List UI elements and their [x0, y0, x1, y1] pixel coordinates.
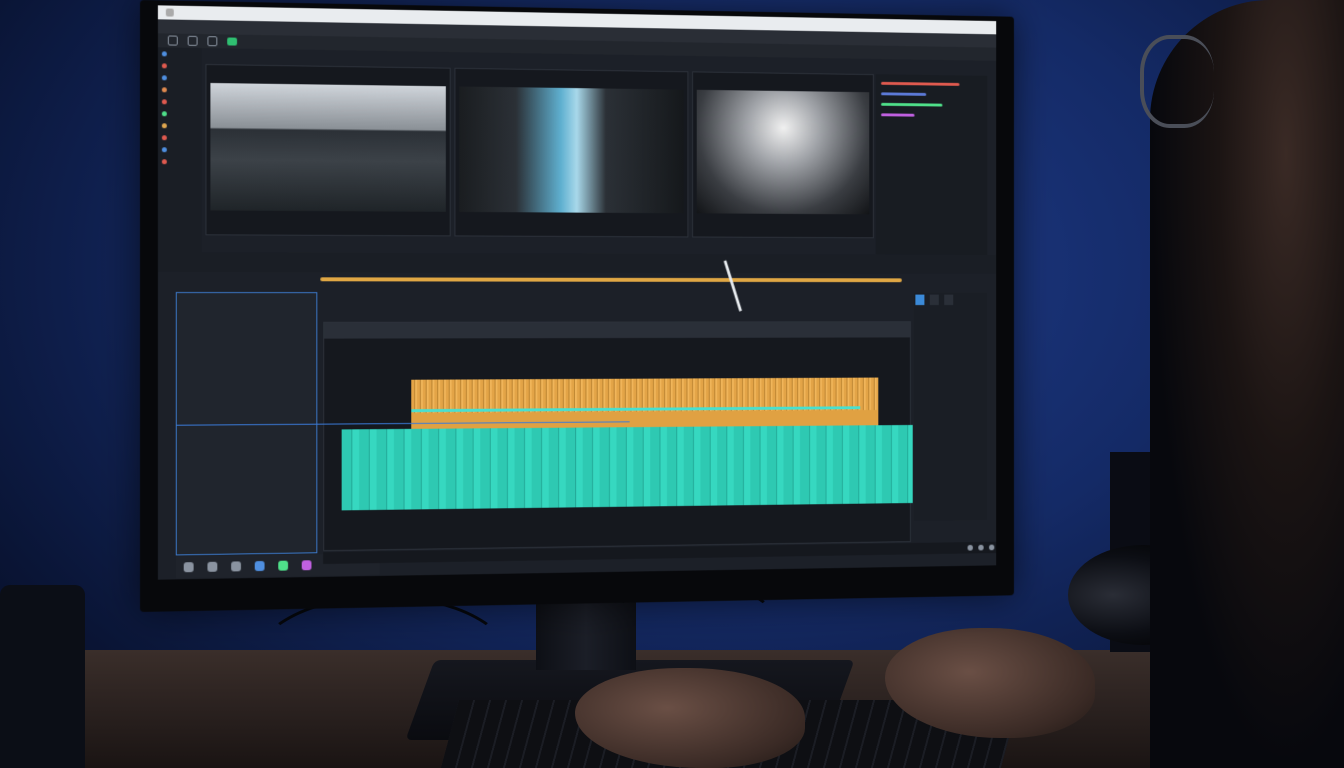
- media-item[interactable]: [158, 95, 202, 108]
- bin-item[interactable]: [177, 396, 317, 410]
- media-item[interactable]: [158, 119, 202, 131]
- inspector-panel: [875, 74, 988, 266]
- viewer-header: [206, 65, 449, 84]
- preview-viewer[interactable]: [692, 71, 874, 239]
- speaker: [0, 585, 85, 768]
- edit-page-icon[interactable]: [231, 561, 241, 572]
- scrub-bar[interactable]: [320, 277, 902, 283]
- inspector-param[interactable]: [881, 92, 926, 96]
- editor-window: [157, 5, 997, 580]
- green-badge[interactable]: [227, 37, 238, 46]
- panel-tab[interactable]: [915, 294, 925, 306]
- bin-item[interactable]: [177, 345, 317, 358]
- media-item[interactable]: [158, 59, 202, 72]
- media-item[interactable]: [158, 143, 202, 155]
- inspector-param[interactable]: [881, 102, 943, 107]
- play-icon[interactable]: [167, 35, 178, 46]
- transport-bar: [157, 252, 997, 274]
- media-item[interactable]: [158, 71, 202, 84]
- panel-tab[interactable]: [943, 294, 953, 306]
- fusion-page-icon[interactable]: [254, 560, 265, 572]
- bin-item[interactable]: [177, 332, 317, 345]
- viewer-header: [693, 72, 873, 90]
- inspector-param[interactable]: [881, 113, 915, 117]
- glasses: [1140, 35, 1214, 128]
- status-icon[interactable]: [989, 544, 995, 551]
- video-frame-city: [459, 86, 684, 214]
- workspace: [157, 47, 997, 579]
- media-item[interactable]: [158, 83, 202, 96]
- audio-timeline[interactable]: [176, 321, 913, 552]
- bin-item[interactable]: [177, 370, 317, 384]
- monitor: [140, 0, 1014, 612]
- stop-icon[interactable]: [187, 35, 198, 46]
- bin-item[interactable]: [177, 306, 317, 319]
- media-page-icon[interactable]: [183, 562, 194, 573]
- media-item[interactable]: [158, 131, 202, 143]
- video-frame-tunnel: [696, 89, 870, 215]
- app-logo-icon: [165, 8, 174, 17]
- viewer-header: [455, 69, 687, 88]
- bin-item[interactable]: [177, 357, 317, 370]
- program-viewer[interactable]: [454, 67, 689, 238]
- bin-item[interactable]: [177, 383, 317, 397]
- audio-clip-cyan[interactable]: [341, 424, 913, 511]
- media-item[interactable]: [158, 47, 202, 60]
- right-panel: [913, 292, 988, 522]
- record-icon[interactable]: [207, 36, 218, 47]
- status-icon[interactable]: [978, 544, 984, 551]
- inspector-param[interactable]: [881, 81, 960, 86]
- timeline-header: [324, 322, 910, 339]
- cut-page-icon[interactable]: [207, 561, 218, 572]
- media-pool: [157, 47, 202, 253]
- bin-item[interactable]: [177, 293, 317, 306]
- video-frame-street: [210, 82, 446, 212]
- media-item[interactable]: [158, 155, 202, 167]
- bin-item[interactable]: [177, 409, 317, 423]
- status-icon[interactable]: [967, 544, 973, 551]
- source-viewer[interactable]: [205, 63, 451, 237]
- panel-tab[interactable]: [929, 294, 939, 306]
- media-item[interactable]: [158, 107, 202, 119]
- audio-icon[interactable]: [301, 560, 312, 571]
- color-wheel-icon[interactable]: [278, 560, 289, 571]
- bin-item[interactable]: [177, 319, 317, 332]
